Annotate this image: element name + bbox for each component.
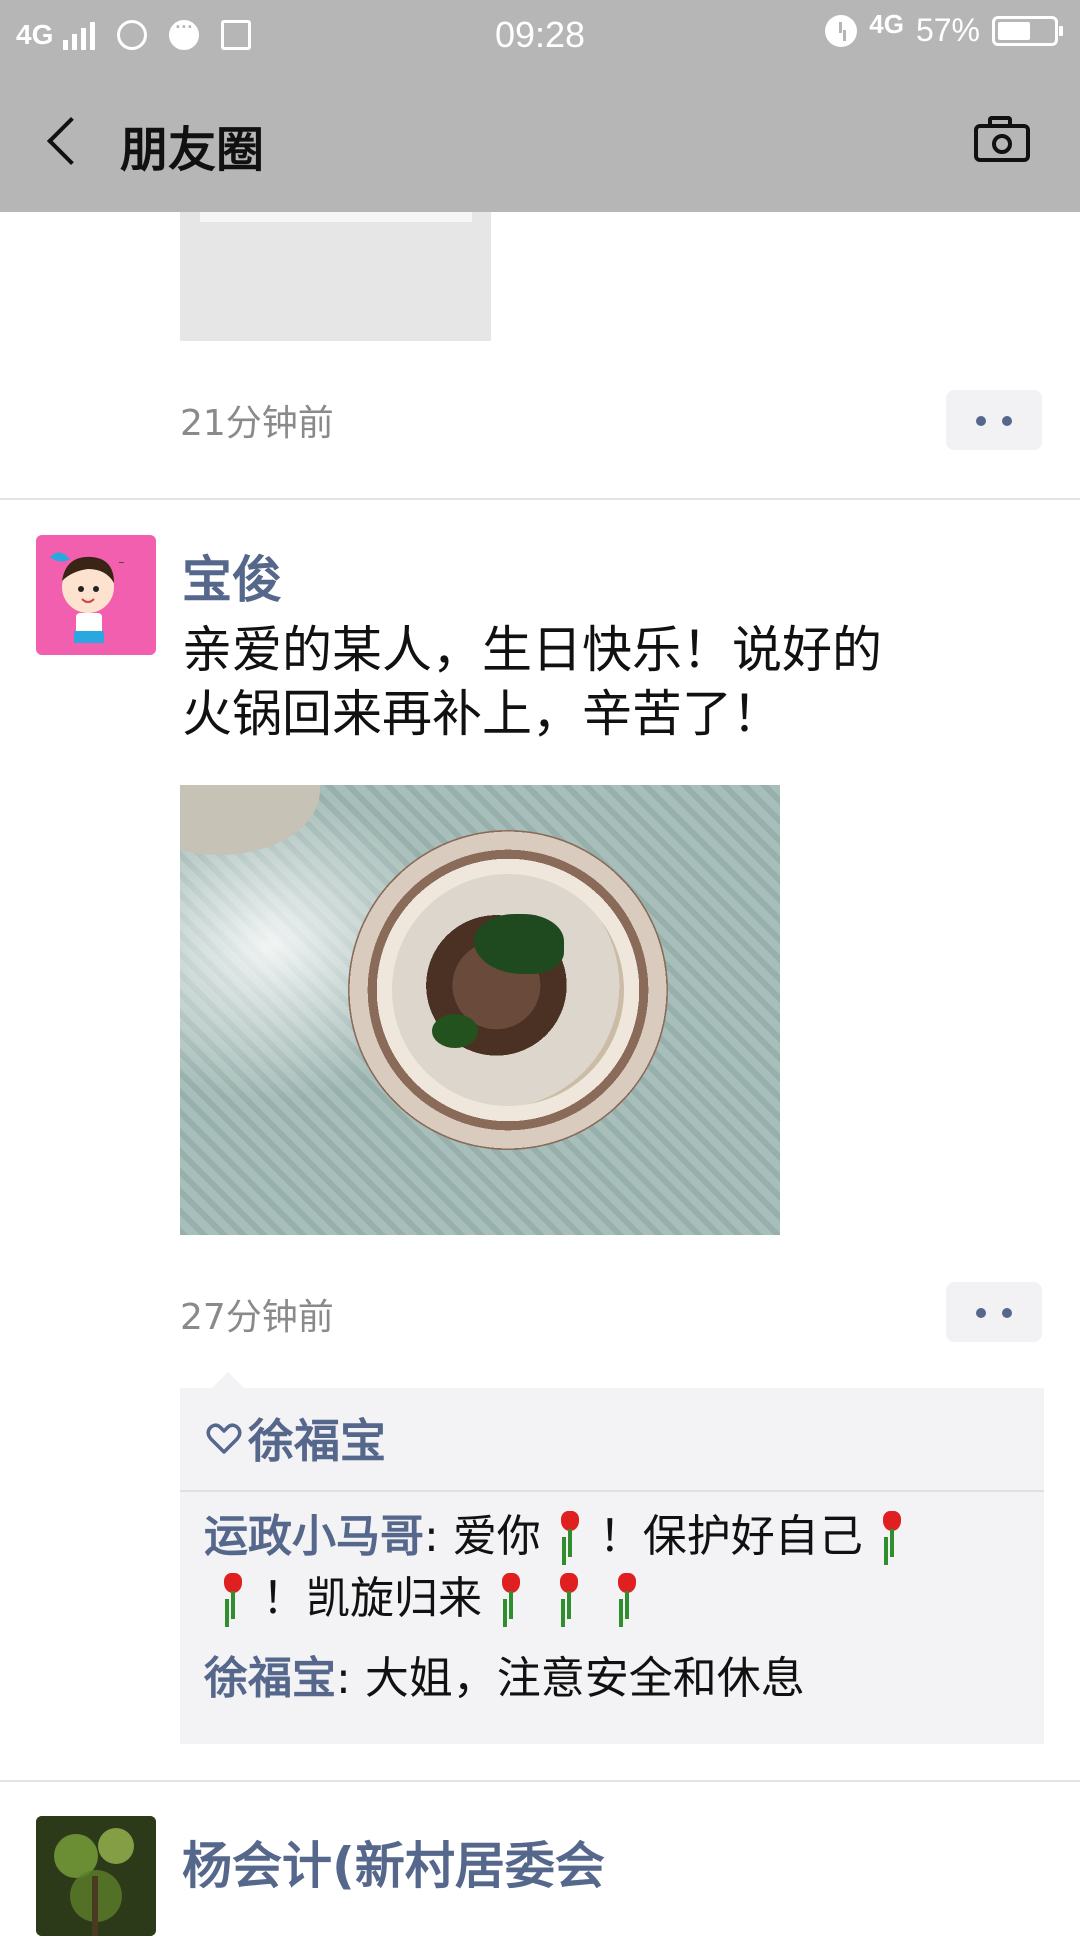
- bowl-corner: [180, 785, 320, 855]
- status-right: 4G 57%: [825, 9, 1063, 49]
- avatar[interactable]: ~: [36, 535, 156, 655]
- battery-icon: [992, 15, 1063, 46]
- comment-separator: :: [424, 1511, 453, 1562]
- comment[interactable]: 运政小马哥: 爱你 ！保护好自己 ！凯旋归来: [204, 1506, 1024, 1630]
- like-user[interactable]: 徐福宝: [248, 1405, 386, 1471]
- divider: [0, 1780, 1080, 1782]
- camera-icon-lens: [992, 134, 1012, 154]
- divider: [0, 498, 1080, 500]
- likes-divider: [180, 1490, 1044, 1492]
- rose-icon: [216, 1571, 250, 1623]
- network-label-right: 4G: [869, 9, 904, 39]
- post-photo[interactable]: [180, 785, 780, 1235]
- comment-text: 大姐，注意安全和休息: [364, 1653, 805, 1704]
- rose-icon: [875, 1509, 909, 1561]
- likes-arrow: [212, 1372, 244, 1388]
- title-bar: 朋友圈: [0, 70, 1080, 212]
- comment-text: ！凯旋归来: [262, 1573, 482, 1624]
- page-title: 朋友圈: [120, 122, 265, 178]
- likes-row: 徐福宝: [204, 1408, 386, 1468]
- rose-icon: [552, 1571, 586, 1623]
- previous-post-image-strip: [200, 212, 472, 222]
- comment-user[interactable]: 运政小马哥: [204, 1511, 424, 1562]
- comment-text: ！保护好自己: [598, 1511, 863, 1562]
- comment-separator: :: [336, 1653, 365, 1704]
- soup: [392, 874, 624, 1106]
- previous-post-more-button[interactable]: [946, 390, 1042, 450]
- rose-icon: [553, 1509, 587, 1561]
- post-timestamp: 27分钟前: [180, 1297, 334, 1338]
- previous-post-image[interactable]: [180, 212, 491, 341]
- post-text-line: 亲爱的某人，生日快乐！说好的: [182, 621, 882, 679]
- post-author[interactable]: 宝俊: [182, 540, 282, 612]
- svg-text:~: ~: [118, 558, 125, 567]
- rose-icon: [494, 1571, 528, 1623]
- avatar[interactable]: [36, 1816, 156, 1936]
- likes-comments-box: 徐福宝 运政小马哥: 爱你 ！保护好自己 ！凯旋归来 徐福宝: 大姐，注意安全和休息: [180, 1388, 1044, 1744]
- previous-post-timestamp: 21分钟前: [180, 403, 334, 444]
- comment-text: 爱你: [452, 1511, 541, 1562]
- greens: [474, 914, 564, 974]
- rose-icon: [610, 1571, 644, 1623]
- comment-user[interactable]: 徐福宝: [204, 1653, 336, 1704]
- comment[interactable]: 徐福宝: 大姐，注意安全和休息: [204, 1648, 1024, 1710]
- alarm-icon: [825, 14, 858, 47]
- post-text-line: 火锅回来再补上，辛苦了！: [182, 685, 782, 743]
- greens: [432, 1014, 478, 1048]
- post-text: 亲爱的某人，生日快乐！说好的 火锅回来再补上，辛苦了！: [182, 618, 1042, 746]
- back-button[interactable]: [36, 108, 92, 174]
- next-post-author[interactable]: 杨会计(新村居委会: [182, 1826, 605, 1898]
- post-more-button[interactable]: [946, 1282, 1042, 1342]
- heart-icon: [206, 1423, 242, 1454]
- camera-button[interactable]: [974, 114, 1034, 164]
- status-bar: 4G 09:28 4G 57%: [0, 0, 1080, 70]
- battery-percent: 57%: [915, 12, 980, 48]
- plate: [348, 830, 668, 1150]
